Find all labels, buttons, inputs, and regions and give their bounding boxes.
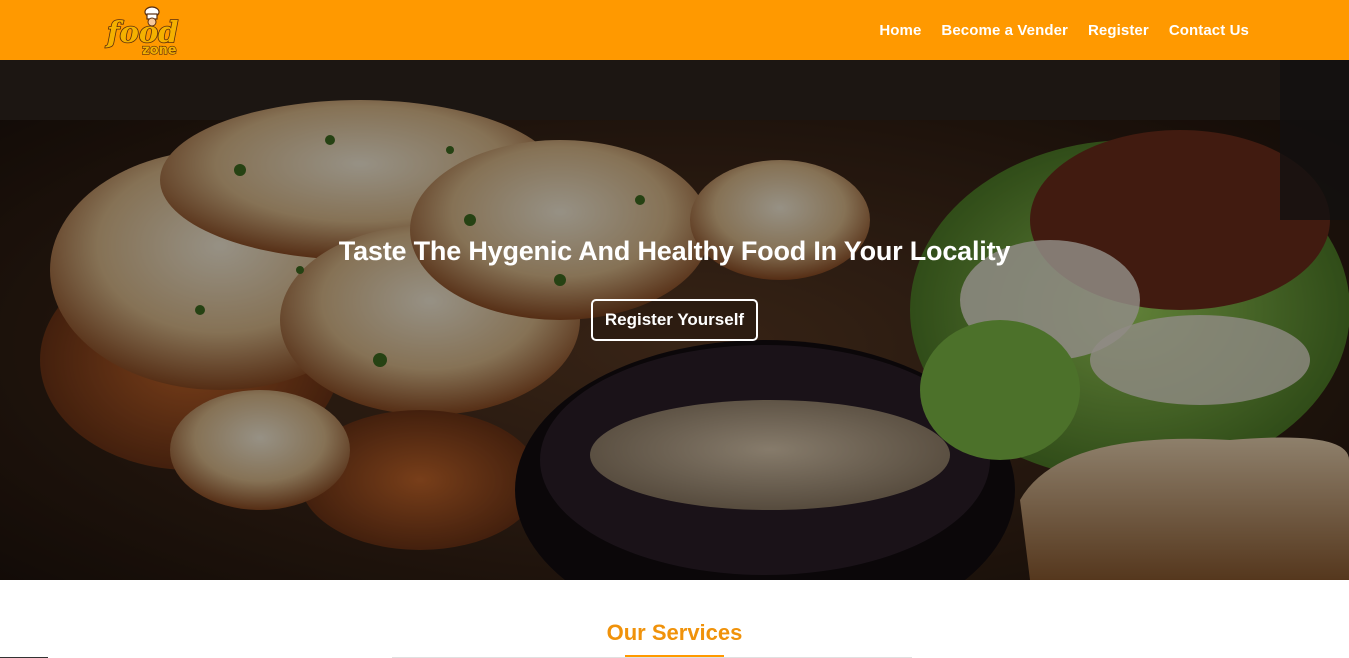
nav-link-contact-us[interactable]: Contact Us	[1169, 22, 1249, 39]
hero-banner: Taste The Hygenic And Healthy Food In Yo…	[0, 60, 1349, 580]
top-navbar: food zone Home Become a Vender Register …	[0, 0, 1349, 60]
logo-graphic: food zone	[104, 6, 179, 57]
services-heading: Our Services	[606, 620, 743, 645]
logo-word-zone: zone	[142, 43, 177, 57]
register-yourself-button[interactable]: Register Yourself	[591, 299, 758, 341]
food-zone-logo[interactable]: food zone	[104, 3, 186, 57]
nav-link-register[interactable]: Register	[1088, 22, 1149, 39]
hero-headline: Taste The Hygenic And Healthy Food In Yo…	[338, 236, 1011, 266]
nav-link-become-vender[interactable]: Become a Vender	[941, 22, 1068, 39]
nav-link-home[interactable]: Home	[879, 22, 921, 39]
main-nav: Home Become a Vender Register Contact Us	[879, 0, 1249, 60]
